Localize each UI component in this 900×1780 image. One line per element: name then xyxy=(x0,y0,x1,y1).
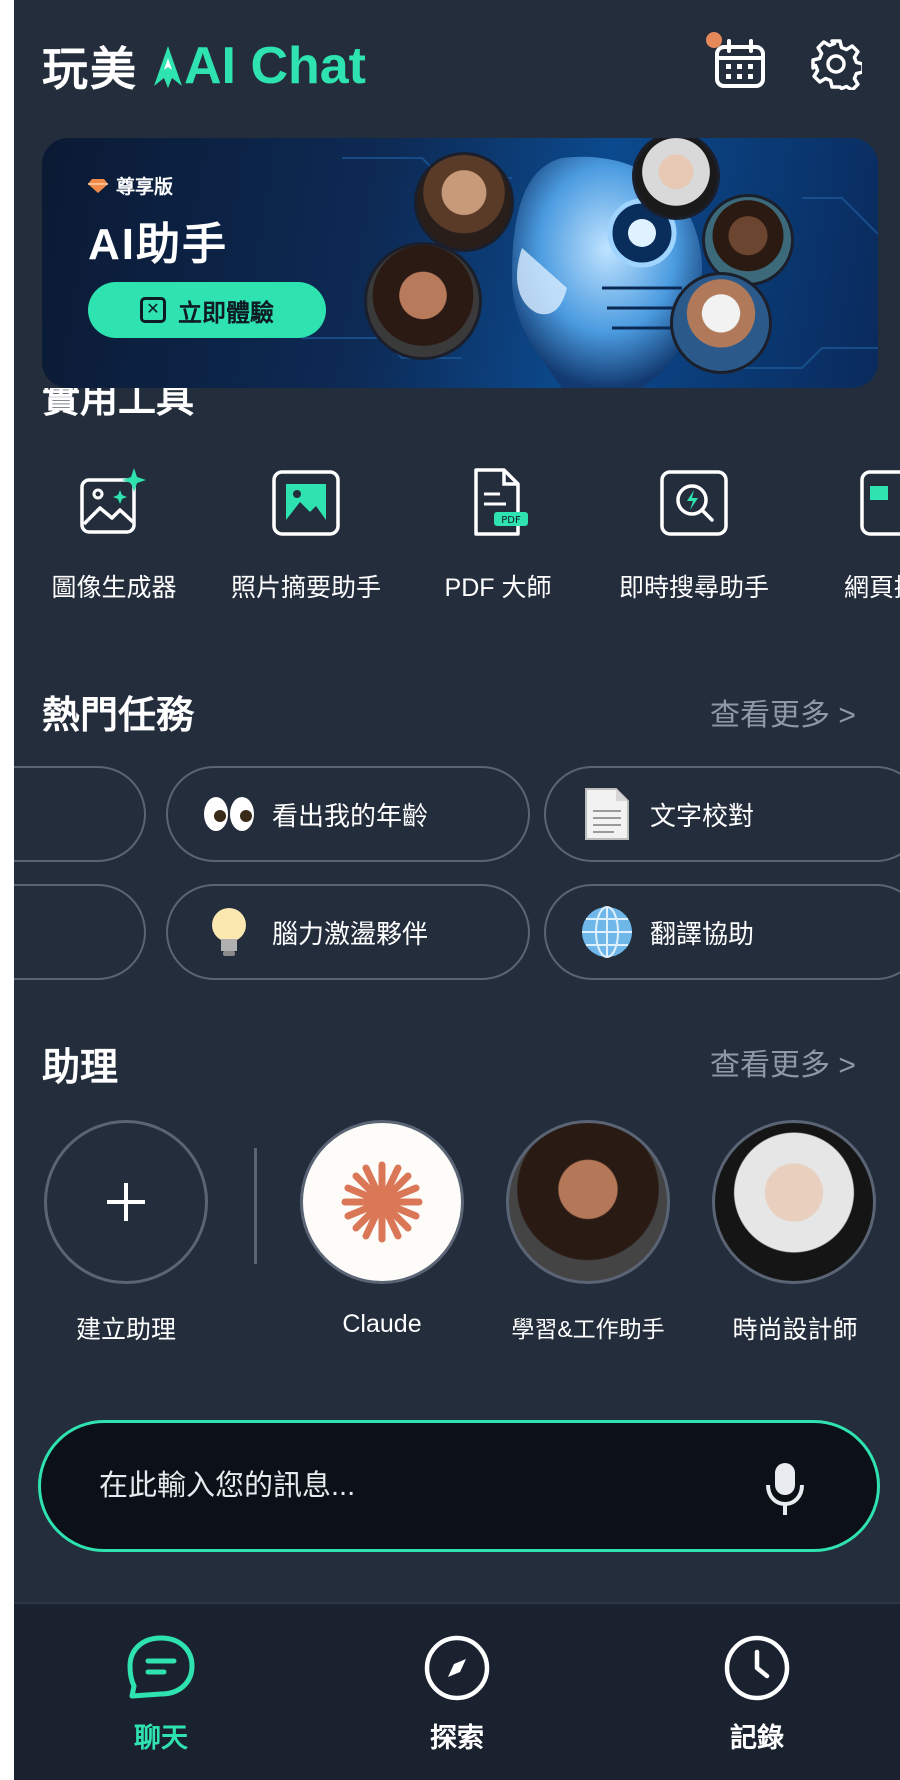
banner-avatar-woman xyxy=(364,242,482,360)
assistants-see-more-link[interactable]: 查看更多 > xyxy=(710,1040,856,1084)
banner-avatar-white-hair xyxy=(670,272,772,374)
eyes-emoji-icon xyxy=(202,787,256,841)
claude-logo-icon xyxy=(341,1161,423,1243)
tool-photo-summary[interactable]: 照片摘要助手 xyxy=(206,466,406,604)
tool-web-summary[interactable]: 網頁摘要 xyxy=(774,466,900,604)
light-bulb-emoji-icon xyxy=(202,905,256,959)
tasks-see-more-link[interactable]: 查看更多 > xyxy=(710,690,856,734)
assistants-section-title: 助理 xyxy=(42,1047,119,1089)
plus-icon xyxy=(107,1183,145,1221)
task-chip-translation[interactable]: 翻譯協助 xyxy=(544,884,900,980)
svg-text:PDF: PDF xyxy=(501,515,521,526)
photo-icon xyxy=(272,470,340,536)
chat-icon xyxy=(127,1635,195,1699)
premium-banner[interactable]: 尊享版 AI助手 ✕ 立即體驗 xyxy=(42,138,878,388)
nav-tab-history[interactable]: 記錄 xyxy=(682,1634,832,1755)
create-assistant-button[interactable] xyxy=(44,1120,208,1284)
task-chip-partial[interactable] xyxy=(14,766,146,862)
compass-icon xyxy=(424,1635,490,1701)
assistant-claude[interactable] xyxy=(300,1120,464,1284)
image-sparkle-icon xyxy=(80,468,146,534)
premium-tier-label: 尊享版 xyxy=(88,172,173,199)
logo-chinese-text: 玩美 xyxy=(42,42,138,96)
try-icon: ✕ xyxy=(140,297,166,323)
assistant-claude-label: Claude xyxy=(342,1310,422,1338)
message-input-bar xyxy=(38,1420,880,1552)
assistant-study-work-label: 學習&工作助手 xyxy=(511,1316,665,1342)
create-assistant-label: 建立助理 xyxy=(75,1316,176,1344)
message-input[interactable] xyxy=(97,1468,721,1504)
task-chip-proofreading[interactable]: 文字校對 xyxy=(544,766,900,862)
pdf-file-icon: PDF xyxy=(474,468,528,536)
banner-title: AI助手 xyxy=(88,220,228,269)
clock-icon xyxy=(724,1635,790,1701)
document-emoji-icon xyxy=(580,787,634,841)
task-chip-partial[interactable] xyxy=(14,884,146,980)
tool-pdf-master[interactable]: PDF PDF 大師 xyxy=(398,466,598,604)
gear-icon xyxy=(811,39,862,90)
assistant-fashion-designer[interactable] xyxy=(712,1120,876,1284)
tasks-section-title: 熱門任務 xyxy=(42,695,195,737)
bottom-navigation: 聊天 探索 記錄 xyxy=(14,1602,900,1780)
task-chip-guess-age[interactable]: 看出我的年齡 xyxy=(166,766,530,862)
webpage-icon xyxy=(860,470,900,536)
app-logo: 玩美 AI Chat xyxy=(42,34,366,98)
try-now-button[interactable]: ✕ 立即體驗 xyxy=(88,282,326,338)
task-chip-brainstorm[interactable]: 腦力激盪夥伴 xyxy=(166,884,530,980)
diamond-icon xyxy=(88,178,108,193)
tools-section-title: 實用工具 xyxy=(42,388,195,421)
logo-ai-chat-text: AI Chat xyxy=(150,36,366,96)
banner-avatar-man xyxy=(414,152,514,252)
nav-tab-chat[interactable]: 聊天 xyxy=(86,1634,236,1755)
calendar-button[interactable] xyxy=(712,36,768,92)
tool-instant-search[interactable]: 即時搜尋助手 xyxy=(594,466,794,604)
assistant-study-work[interactable] xyxy=(506,1120,670,1284)
settings-button[interactable] xyxy=(808,36,864,92)
assistant-fashion-designer-label: 時尚設計師 xyxy=(732,1316,858,1344)
globe-emoji-icon xyxy=(580,905,634,959)
search-lightning-icon xyxy=(660,470,728,536)
logo-star-icon xyxy=(154,46,182,88)
nav-tab-explore[interactable]: 探索 xyxy=(382,1634,532,1755)
app-screen: 玩美 AI Chat 尊享版 AI助手 ✕ 立即體驗 實用工具 圖像生成器 照片… xyxy=(14,0,900,1780)
tool-image-generator[interactable]: 圖像生成器 xyxy=(14,466,214,604)
assistants-divider xyxy=(254,1148,257,1264)
calendar-icon xyxy=(715,39,765,88)
microphone-icon[interactable] xyxy=(765,1461,805,1517)
